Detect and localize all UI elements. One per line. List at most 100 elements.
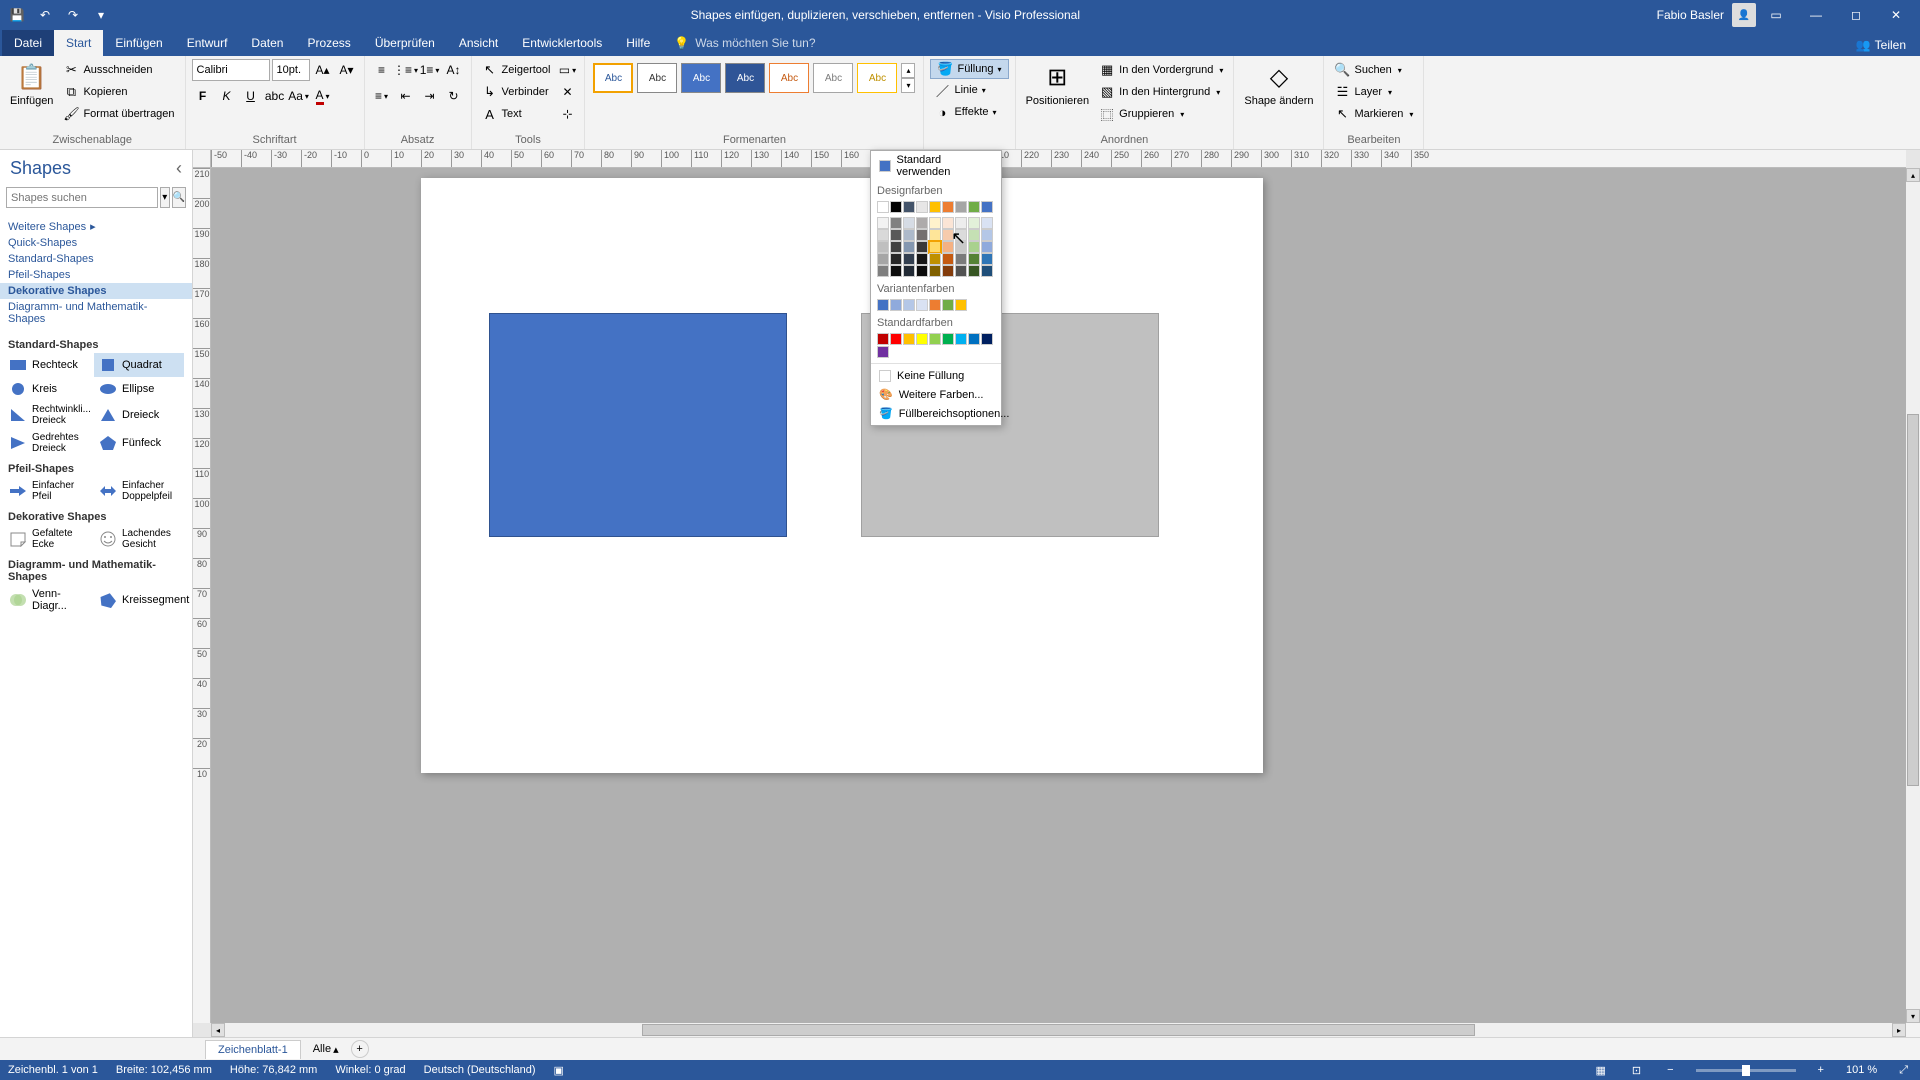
color-swatch[interactable] <box>942 265 954 277</box>
color-swatch[interactable] <box>968 333 980 345</box>
undo-icon[interactable]: ↶ <box>32 3 58 27</box>
color-swatch[interactable] <box>929 241 941 253</box>
color-swatch[interactable] <box>955 333 967 345</box>
add-sheet-icon[interactable]: + <box>351 1040 369 1058</box>
drawing-page[interactable] <box>421 178 1263 773</box>
color-swatch[interactable] <box>968 265 980 277</box>
scroll-down-icon[interactable]: ▾ <box>1906 1009 1920 1023</box>
color-swatch[interactable] <box>916 253 928 265</box>
shape-quadrat[interactable]: Quadrat <box>94 353 184 377</box>
color-swatch[interactable] <box>942 201 954 213</box>
color-swatch[interactable] <box>890 299 902 311</box>
color-swatch[interactable] <box>890 217 902 229</box>
color-swatch[interactable] <box>981 201 993 213</box>
color-swatch[interactable] <box>942 217 954 229</box>
color-swatch[interactable] <box>890 201 902 213</box>
sheet-tab-1[interactable]: Zeichenblatt-1 <box>205 1040 301 1059</box>
select-button[interactable]: ↖Markieren <box>1330 103 1417 125</box>
color-swatch[interactable] <box>903 253 915 265</box>
color-swatch[interactable] <box>981 229 993 241</box>
find-button[interactable]: 🔍Suchen <box>1330 59 1417 81</box>
color-swatch[interactable] <box>955 229 967 241</box>
shape-pentagon[interactable]: Fünfeck <box>94 429 184 457</box>
color-swatch[interactable] <box>890 333 902 345</box>
scroll-up-icon[interactable]: ▴ <box>1906 168 1920 182</box>
connector-tool-button[interactable]: ↳Verbinder <box>478 81 555 103</box>
style-swatch-7[interactable]: Abc <box>857 63 897 93</box>
color-swatch[interactable] <box>877 299 889 311</box>
user-area[interactable]: Fabio Basler 👤 <box>1657 3 1756 27</box>
align-top-icon[interactable]: ≡ <box>371 59 393 81</box>
more-shapes-link[interactable]: Weitere Shapes▸ <box>0 218 192 235</box>
zoom-level[interactable]: 101 % <box>1846 1064 1877 1076</box>
tab-hilfe[interactable]: Hilfe <box>614 30 662 56</box>
align-left-icon[interactable]: ≡ <box>371 85 393 107</box>
copy-button[interactable]: ⧉Kopieren <box>59 81 178 103</box>
zoom-in-icon[interactable]: + <box>1814 1064 1828 1076</box>
bullets-icon[interactable]: ⋮≡ <box>395 59 417 81</box>
color-swatch[interactable] <box>903 241 915 253</box>
color-swatch[interactable] <box>877 241 889 253</box>
color-swatch[interactable] <box>903 333 915 345</box>
zoom-slider[interactable] <box>1696 1069 1796 1072</box>
color-swatch[interactable] <box>903 265 915 277</box>
effects-button[interactable]: ◑Effekte▾ <box>930 101 1008 123</box>
color-swatch[interactable] <box>929 265 941 277</box>
color-swatch[interactable] <box>955 217 967 229</box>
color-swatch[interactable] <box>916 201 928 213</box>
send-back-button[interactable]: ▧In den Hintergrund <box>1095 81 1227 103</box>
color-swatch[interactable] <box>903 201 915 213</box>
change-case-icon[interactable]: Aa <box>288 85 310 107</box>
rectangle-tool-icon[interactable]: ▭ <box>556 59 578 81</box>
shape-ellipse[interactable]: Ellipse <box>94 377 184 401</box>
color-swatch[interactable] <box>968 201 980 213</box>
collapse-panel-icon[interactable]: ‹ <box>176 158 182 179</box>
cat-diagram[interactable]: Diagramm- und Mathematik-Shapes <box>0 299 192 327</box>
color-swatch[interactable] <box>929 299 941 311</box>
scroll-right-icon[interactable]: ▸ <box>1892 1023 1906 1037</box>
use-standard-item[interactable]: Standard verwenden <box>871 151 1001 181</box>
color-swatch[interactable] <box>890 253 902 265</box>
color-swatch[interactable] <box>903 229 915 241</box>
scroll-left-icon[interactable]: ◂ <box>211 1023 225 1037</box>
bold-icon[interactable]: F <box>192 85 214 107</box>
gallery-more[interactable]: ▴▾ <box>901 63 915 93</box>
layer-button[interactable]: ☱Layer <box>1330 81 1417 103</box>
color-swatch[interactable] <box>929 201 941 213</box>
shape-rechteck[interactable]: Rechteck <box>4 353 94 377</box>
color-swatch[interactable] <box>981 241 993 253</box>
color-swatch[interactable] <box>968 241 980 253</box>
color-swatch[interactable] <box>929 229 941 241</box>
paste-button[interactable]: 📋 Einfügen <box>6 59 57 109</box>
fill-options-item[interactable]: 🪣Füllbereichsoptionen... <box>871 404 1001 423</box>
line-button[interactable]: ／Linie▾ <box>930 79 1008 101</box>
no-fill-item[interactable]: Keine Füllung <box>871 367 1001 385</box>
color-swatch[interactable] <box>903 217 915 229</box>
fit-window-icon[interactable]: ⤢ <box>1895 1064 1912 1077</box>
style-swatch-3[interactable]: Abc <box>681 63 721 93</box>
color-swatch[interactable] <box>890 241 902 253</box>
numbering-icon[interactable]: 1≡ <box>419 59 441 81</box>
canvas-viewport[interactable] <box>211 168 1906 1023</box>
underline-icon[interactable]: U <box>240 85 262 107</box>
user-avatar[interactable]: 👤 <box>1732 3 1756 27</box>
color-swatch[interactable] <box>968 229 980 241</box>
color-swatch[interactable] <box>916 241 928 253</box>
strikethrough-icon[interactable]: abc <box>264 85 286 107</box>
color-swatch[interactable] <box>981 333 993 345</box>
tab-entwurf[interactable]: Entwurf <box>175 30 240 56</box>
more-colors-item[interactable]: 🎨Weitere Farben... <box>871 385 1001 404</box>
grow-font-icon[interactable]: A▴ <box>312 59 334 81</box>
shape-venn[interactable]: Venn-Diagr... <box>4 585 94 615</box>
tab-prozess[interactable]: Prozess <box>295 30 362 56</box>
color-swatch[interactable] <box>955 299 967 311</box>
font-size-input[interactable] <box>272 59 310 81</box>
color-swatch[interactable] <box>942 253 954 265</box>
text-direction-icon[interactable]: A↕ <box>443 59 465 81</box>
save-icon[interactable]: 💾 <box>4 3 30 27</box>
color-swatch[interactable] <box>916 229 928 241</box>
shape-blue-rect[interactable] <box>489 313 787 537</box>
delete-tool-icon[interactable]: ✕ <box>556 81 578 103</box>
shape-double-arrow[interactable]: Einfacher Doppelpfeil <box>94 477 184 505</box>
indent-increase-icon[interactable]: ⇥ <box>419 85 441 107</box>
